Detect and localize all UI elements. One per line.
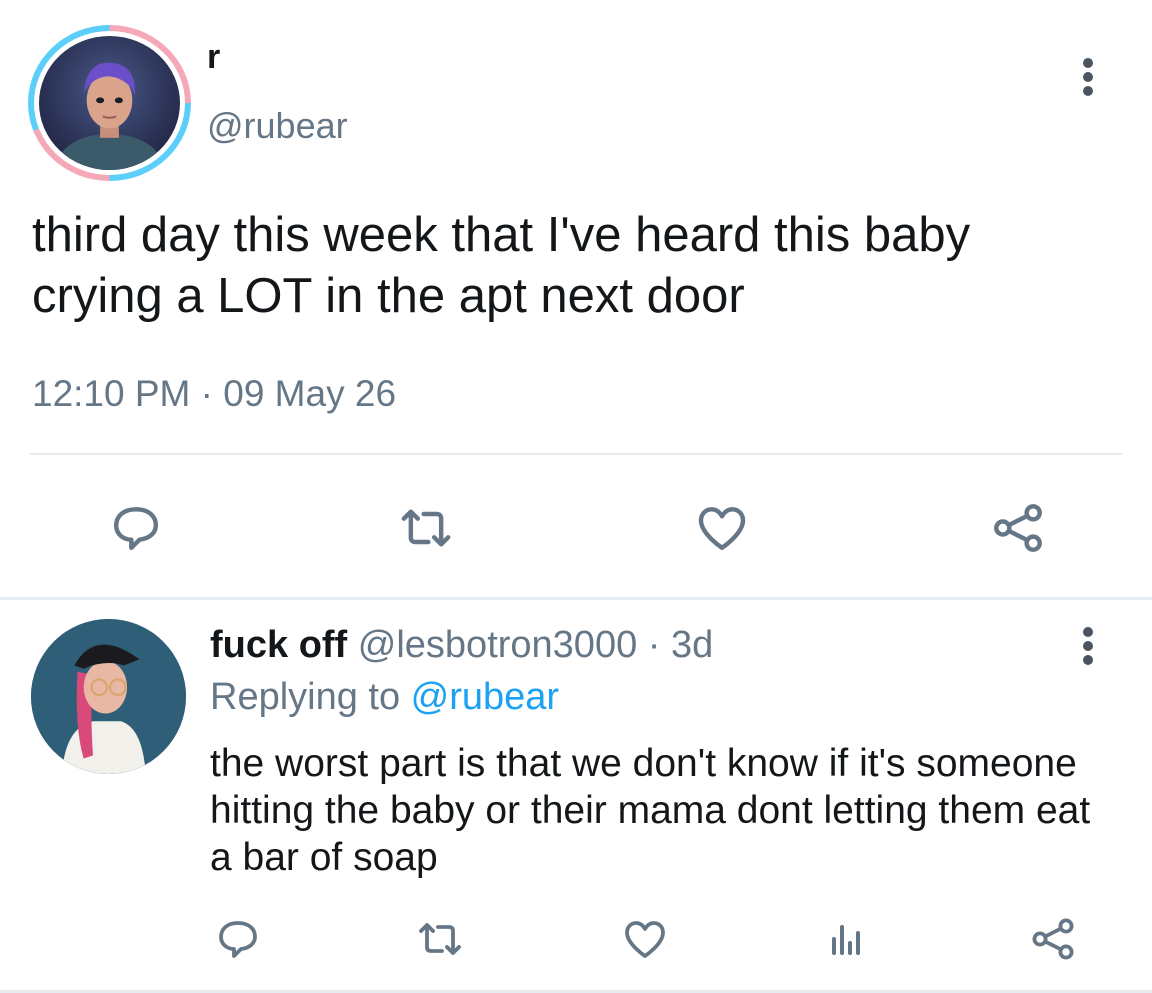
reply-display-name[interactable]: fuck off bbox=[210, 624, 347, 666]
reply-icon[interactable] bbox=[210, 911, 266, 967]
tweet-text: third day this week that I've heard this… bbox=[32, 208, 971, 323]
replying-to-mention[interactable]: @rubear bbox=[411, 676, 559, 718]
reply-text: the worst part is that we don't know if … bbox=[210, 742, 1091, 879]
avatar-image bbox=[39, 36, 180, 170]
retweet-icon[interactable] bbox=[394, 496, 458, 560]
retweet-icon[interactable] bbox=[412, 911, 468, 967]
share-icon[interactable] bbox=[986, 496, 1050, 560]
reply-icon[interactable] bbox=[104, 496, 168, 560]
section-divider bbox=[0, 597, 1152, 600]
more-options-icon[interactable] bbox=[1073, 624, 1103, 668]
share-icon[interactable] bbox=[1025, 911, 1081, 967]
tweet-timestamp[interactable]: 12:10 PM · 09 May 26 bbox=[32, 373, 396, 415]
replying-to: Replying to @rubear bbox=[210, 676, 559, 719]
like-icon[interactable] bbox=[690, 496, 754, 560]
author-handle[interactable]: @rubear bbox=[207, 105, 348, 147]
author-display-name[interactable]: r bbox=[207, 38, 220, 77]
analytics-icon[interactable] bbox=[818, 911, 874, 967]
reply-handle-time[interactable]: @lesbotron3000 · 3d bbox=[347, 624, 713, 666]
like-icon[interactable] bbox=[617, 911, 673, 967]
divider bbox=[30, 453, 1122, 455]
author-avatar[interactable] bbox=[28, 25, 191, 181]
replying-to-label: Replying to bbox=[210, 676, 411, 718]
reply-header: fuck off @lesbotron3000 · 3d bbox=[210, 624, 713, 667]
reply-author-avatar[interactable] bbox=[31, 619, 186, 774]
more-options-icon[interactable] bbox=[1073, 55, 1103, 99]
